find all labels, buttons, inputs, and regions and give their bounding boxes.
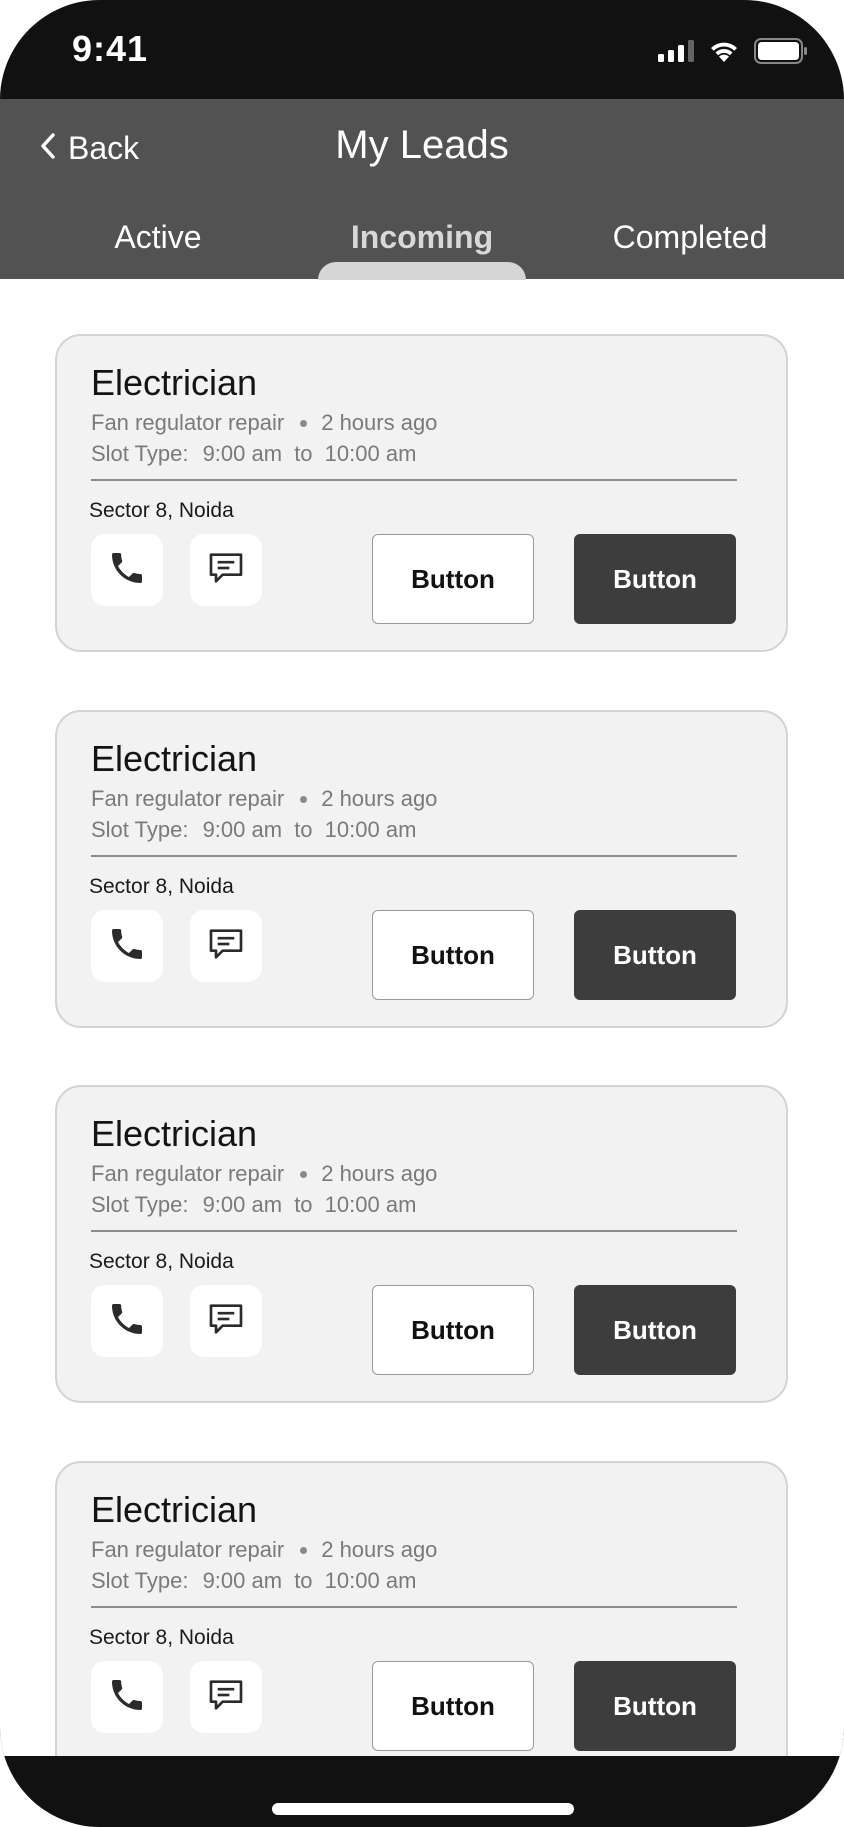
lead-service-row: Fan regulator repair 2 hours ago — [91, 410, 437, 436]
lead-card: Electrician Fan regulator repair 2 hours… — [55, 334, 788, 652]
lead-title: Electrician — [91, 362, 258, 403]
message-icon — [206, 1299, 246, 1344]
home-indicator[interactable] — [272, 1803, 574, 1815]
slot-end: 10:00 am — [324, 817, 417, 842]
lead-title: Electrician — [91, 1113, 258, 1154]
call-button[interactable] — [91, 534, 163, 606]
slot-start: 9:00 am — [202, 1192, 283, 1217]
battery-icon — [754, 38, 808, 69]
primary-action-button[interactable]: Button — [574, 910, 736, 1000]
message-button[interactable] — [190, 910, 262, 982]
slot-separator: to — [294, 817, 313, 842]
lead-title: Electrician — [91, 1489, 258, 1530]
lead-service-row: Fan regulator repair 2 hours ago — [91, 1161, 437, 1187]
lead-slot-row: Slot Type: 9:00 am to 10:00 am — [91, 1568, 416, 1594]
lead-address: Sector 8, Noida — [89, 499, 234, 522]
lead-service: Fan regulator repair — [91, 1537, 285, 1562]
lead-service: Fan regulator repair — [91, 410, 285, 435]
page-title: My Leads — [335, 123, 509, 167]
message-icon — [206, 548, 246, 593]
lead-time-ago: 2 hours ago — [321, 786, 438, 811]
lead-service-row: Fan regulator repair 2 hours ago — [91, 1537, 437, 1563]
screen: 9:41 Back My Leads Active Incoming Compl… — [0, 0, 844, 1756]
slot-label: Slot Type: — [91, 1192, 189, 1217]
slot-end: 10:00 am — [324, 1568, 417, 1593]
lead-address: Sector 8, Noida — [89, 1250, 234, 1273]
slot-separator: to — [294, 1192, 313, 1217]
message-button[interactable] — [190, 1285, 262, 1357]
slot-start: 9:00 am — [202, 817, 283, 842]
lead-time-ago: 2 hours ago — [321, 1161, 438, 1186]
lead-service: Fan regulator repair — [91, 786, 285, 811]
slot-separator: to — [294, 441, 313, 466]
phone-frame: 9:41 Back My Leads Active Incoming Compl… — [0, 0, 844, 1827]
call-button[interactable] — [91, 1661, 163, 1733]
card-divider — [91, 1230, 737, 1232]
separator-dot — [300, 1546, 308, 1554]
tab-completed[interactable]: Completed — [610, 219, 770, 256]
app-header: Back My Leads Active Incoming Completed — [0, 99, 844, 280]
status-time: 9:41 — [72, 28, 149, 69]
separator-dot — [300, 795, 308, 803]
phone-icon — [107, 924, 147, 969]
lead-card: Electrician Fan regulator repair 2 hours… — [55, 1461, 788, 1756]
lead-address: Sector 8, Noida — [89, 1626, 234, 1649]
separator-dot — [300, 419, 308, 427]
status-icons — [658, 38, 808, 69]
lead-slot-row: Slot Type: 9:00 am to 10:00 am — [91, 817, 416, 843]
lead-card: Electrician Fan regulator repair 2 hours… — [55, 710, 788, 1028]
card-divider — [91, 855, 737, 857]
call-button[interactable] — [91, 910, 163, 982]
message-icon — [206, 1675, 246, 1720]
wifi-icon — [708, 39, 740, 68]
secondary-action-button[interactable]: Button — [372, 910, 534, 1000]
slot-label: Slot Type: — [91, 1568, 189, 1593]
primary-action-button[interactable]: Button — [574, 534, 736, 624]
lead-title: Electrician — [91, 738, 258, 779]
tab-active[interactable]: Active — [110, 219, 206, 256]
message-icon — [206, 924, 246, 969]
message-button[interactable] — [190, 1661, 262, 1733]
secondary-action-button[interactable]: Button — [372, 1661, 534, 1751]
card-divider — [91, 479, 737, 481]
card-divider — [91, 1606, 737, 1608]
phone-icon — [107, 1675, 147, 1720]
phone-icon — [107, 548, 147, 593]
slot-label: Slot Type: — [91, 817, 189, 842]
lead-time-ago: 2 hours ago — [321, 1537, 438, 1562]
phone-icon — [107, 1299, 147, 1344]
secondary-action-button[interactable]: Button — [372, 1285, 534, 1375]
message-button[interactable] — [190, 534, 262, 606]
primary-action-button[interactable]: Button — [574, 1285, 736, 1375]
lead-address: Sector 8, Noida — [89, 875, 234, 898]
lead-slot-row: Slot Type: 9:00 am to 10:00 am — [91, 441, 416, 467]
slot-start: 9:00 am — [202, 1568, 283, 1593]
slot-start: 9:00 am — [202, 441, 283, 466]
status-bar: 9:41 — [0, 0, 844, 99]
call-button[interactable] — [91, 1285, 163, 1357]
slot-end: 10:00 am — [324, 441, 417, 466]
active-tab-indicator — [318, 262, 526, 280]
slot-separator: to — [294, 1568, 313, 1593]
slot-end: 10:00 am — [324, 1192, 417, 1217]
lead-time-ago: 2 hours ago — [321, 410, 438, 435]
lead-service-row: Fan regulator repair 2 hours ago — [91, 786, 437, 812]
cellular-signal-icon — [658, 40, 694, 67]
tab-incoming[interactable]: Incoming — [342, 219, 502, 256]
primary-action-button[interactable]: Button — [574, 1661, 736, 1751]
separator-dot — [300, 1170, 308, 1178]
secondary-action-button[interactable]: Button — [372, 534, 534, 624]
lead-service: Fan regulator repair — [91, 1161, 285, 1186]
lead-card: Electrician Fan regulator repair 2 hours… — [55, 1085, 788, 1403]
lead-slot-row: Slot Type: 9:00 am to 10:00 am — [91, 1192, 416, 1218]
slot-label: Slot Type: — [91, 441, 189, 466]
